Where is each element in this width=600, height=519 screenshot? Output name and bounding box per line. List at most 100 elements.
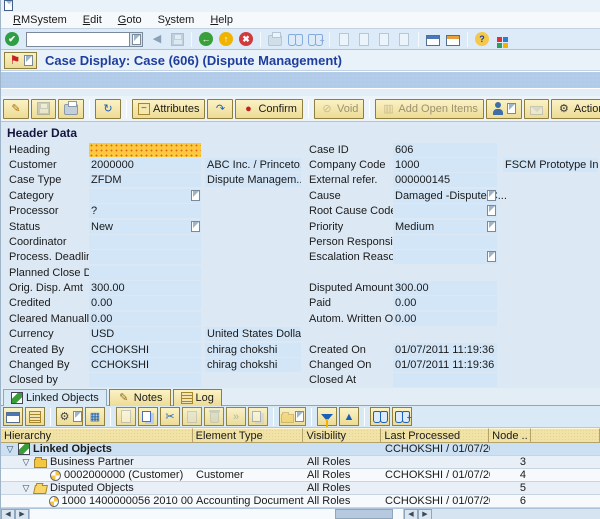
menu-goto[interactable]: Goto — [110, 14, 150, 26]
field-paid[interactable]: 0.00 — [393, 296, 497, 310]
organization-button[interactable] — [486, 99, 522, 119]
column-header-last-processed[interactable]: Last Processed — [381, 428, 489, 443]
dropdown-icon[interactable] — [487, 251, 496, 262]
actions-button[interactable]: ⚙Actions — [551, 99, 600, 119]
field-created-by[interactable]: CCHOKSHI — [89, 343, 201, 357]
dropdown-icon[interactable] — [487, 221, 496, 232]
field-orig-disp-amt[interactable]: 300.00 — [89, 281, 201, 295]
layout-button[interactable]: ▦ — [85, 407, 105, 426]
field-disputed-amount[interactable]: 300.00 — [393, 281, 497, 295]
exit-button[interactable]: ↑ — [217, 30, 235, 48]
field-category[interactable] — [89, 189, 201, 203]
field-created-on[interactable]: 01/07/2011 11:19:36 — [393, 343, 497, 357]
menu-edit[interactable]: Edit — [75, 14, 110, 26]
field-company-code[interactable]: 1000 — [393, 158, 497, 172]
help-button[interactable]: ? — [473, 30, 491, 48]
confirm-button[interactable]: ●Confirm — [235, 99, 303, 119]
dropdown-icon[interactable] — [487, 190, 496, 201]
refresh-button[interactable]: ↻ — [95, 99, 121, 119]
field-autom-written-off[interactable]: 0.00 — [393, 312, 497, 326]
paste-button — [182, 407, 202, 426]
dropdown-icon[interactable] — [191, 221, 200, 232]
field-closed-at[interactable] — [393, 373, 497, 387]
new-session-button[interactable] — [424, 30, 442, 48]
field-status[interactable]: New — [89, 220, 201, 234]
field-changed-on[interactable]: 01/07/2011 11:19:36 — [393, 358, 497, 372]
customize-layout-button[interactable] — [493, 30, 511, 48]
tab-strip: Linked Objects✎NotesLog — [1, 388, 600, 406]
menu-rmsystem[interactable]: RMSystem — [5, 14, 75, 26]
sort-ascending-button[interactable]: ▲ — [339, 407, 359, 426]
field-case-type[interactable]: ZFDM — [89, 173, 201, 187]
log-button[interactable] — [25, 407, 45, 426]
filter-button[interactable] — [317, 407, 337, 426]
settings-button[interactable]: ⚙ — [56, 407, 83, 426]
table-row-linked-objects[interactable]: ▽Linked ObjectsCCHOKSHI / 01/07/2011... — [1, 443, 600, 456]
field-processor[interactable]: ? — [89, 204, 201, 218]
menu-system[interactable]: System — [150, 14, 203, 26]
display-object-button[interactable] — [3, 407, 23, 426]
expander-icon[interactable]: ▽ — [21, 456, 31, 469]
field-case-id[interactable]: 606 — [393, 143, 497, 157]
expander-icon[interactable]: ▽ — [5, 443, 15, 456]
find-button[interactable] — [370, 407, 390, 426]
back-button[interactable]: ← — [197, 30, 215, 48]
print-button[interactable] — [58, 99, 84, 119]
field-closed-by[interactable] — [89, 373, 201, 387]
resubmit-button[interactable]: ↷ — [207, 99, 233, 119]
dropdown-icon[interactable] — [487, 205, 496, 216]
expander-icon[interactable]: ▽ — [21, 482, 31, 495]
scroll-right-icon-2[interactable]: ▶ — [418, 509, 432, 519]
field-root-cause-code[interactable] — [393, 204, 497, 218]
field-credited[interactable]: 0.00 — [89, 296, 201, 310]
column-header-filler[interactable] — [531, 428, 600, 443]
column-header-visibility[interactable]: Visibility — [303, 428, 381, 443]
field-customer[interactable]: 2000000 — [89, 158, 201, 172]
field-desc-created-by: chirag chokshi — [205, 343, 301, 357]
find-next-button[interactable]: + — [392, 407, 412, 426]
folder-icon — [34, 459, 47, 468]
table-row-1000-1400000056-2010-001-f[interactable]: 1000 1400000056 2010 001 (FAccounting Do… — [1, 495, 600, 508]
scrollbar-thumb[interactable] — [335, 509, 393, 519]
column-header-node[interactable]: Node .. — [489, 428, 531, 443]
column-header-element-type[interactable]: Element Type — [193, 428, 304, 443]
tab-linked-objects[interactable]: Linked Objects — [3, 389, 107, 406]
field-cleared-manually[interactable]: 0.00 — [89, 312, 201, 326]
column-header-hierarchy[interactable]: Hierarchy — [1, 428, 193, 443]
tab-notes[interactable]: ✎Notes — [109, 389, 171, 406]
command-field[interactable] — [26, 32, 130, 47]
tab-log[interactable]: Log — [173, 389, 222, 406]
field-heading[interactable] — [89, 143, 201, 157]
table-row-0002000000-customer[interactable]: 0002000000 (Customer)CustomerAll RolesCC… — [1, 469, 600, 482]
field-currency[interactable]: USD — [89, 327, 201, 341]
field-process-deadline[interactable] — [89, 250, 201, 264]
horizontal-scrollbar[interactable]: ◀ ▶ ◀ ▶ — [1, 508, 600, 519]
scroll-left-icon[interactable]: ◀ — [1, 509, 15, 519]
field-cause[interactable]: Damaged -Dispute C... — [393, 189, 497, 203]
cut-button[interactable]: ✂ — [160, 407, 180, 426]
scroll-left-icon-2[interactable]: ◀ — [404, 509, 418, 519]
attributes-button[interactable]: Attributes — [132, 99, 205, 119]
services-for-object-button[interactable]: ⚑ — [4, 52, 37, 69]
field-priority[interactable]: Medium — [393, 220, 497, 234]
field-changed-by[interactable]: CCHOKSHI — [89, 358, 201, 372]
table-row-disputed-objects[interactable]: ▽Disputed ObjectsAll Roles5 — [1, 482, 600, 495]
field-coordinator[interactable] — [89, 235, 201, 249]
table-row-business-partner[interactable]: ▽Business PartnerAll Roles3 — [1, 456, 600, 469]
display-change-button[interactable]: ✎ — [3, 99, 29, 119]
scroll-right-icon[interactable]: ▶ — [15, 509, 29, 519]
dropdown-icon[interactable] — [191, 190, 200, 201]
field-planned-close-d[interactable] — [89, 266, 201, 280]
command-history-icon[interactable] — [130, 32, 143, 47]
field-escalation-reason[interactable] — [393, 250, 497, 264]
create-shortcut-button[interactable] — [444, 30, 462, 48]
cancel-button[interactable]: ✖ — [237, 30, 255, 48]
enter-button[interactable]: ✔ — [3, 30, 21, 48]
menu-help[interactable]: Help — [202, 14, 241, 26]
copy-button[interactable] — [138, 407, 158, 426]
scrollbar-track[interactable] — [29, 509, 404, 519]
first-page-icon — [339, 33, 349, 46]
collapse-command-button[interactable]: ◀ — [148, 30, 166, 48]
field-external-refer[interactable]: 000000145 — [393, 173, 497, 187]
field-person-responsi[interactable] — [393, 235, 497, 249]
